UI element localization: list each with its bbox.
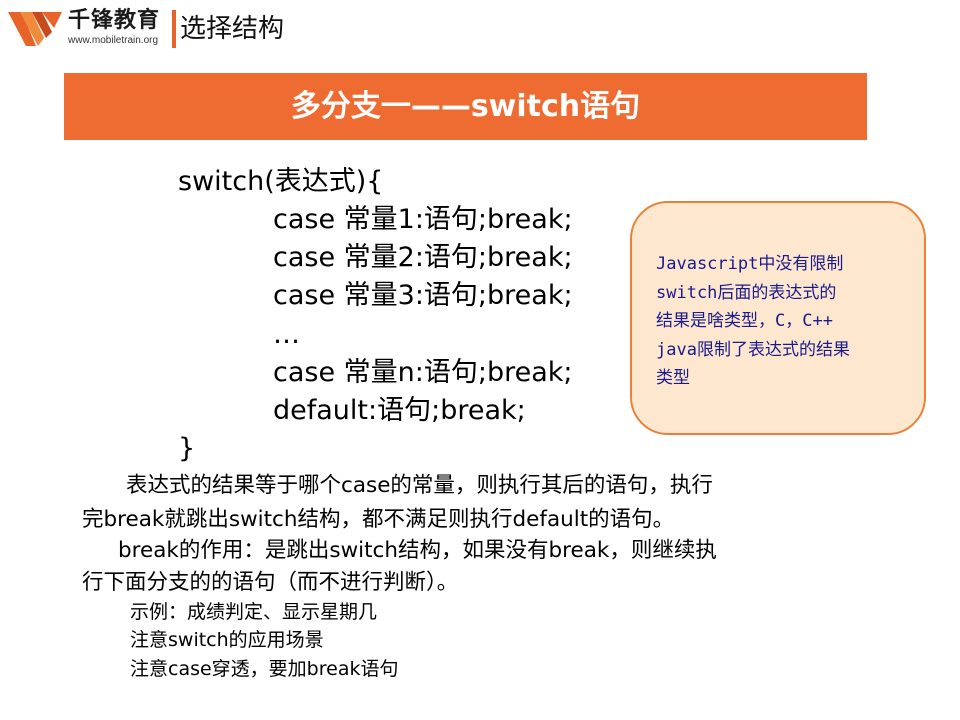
callout-line: Javascript中没有限制 [656, 254, 844, 274]
callout-text: Javascript中没有限制 switch后面的表达式的 结果是啥类型，C，C… [656, 250, 926, 393]
note-line: 注意case穿透，要加break语句 [130, 658, 399, 680]
slide-title: 多分支一——switch语句 [290, 89, 641, 124]
code-line: case 常量n:语句;break; [273, 357, 573, 388]
brand-url: www.mobiletrain.org [68, 35, 159, 46]
callout-box: Javascript中没有限制 switch后面的表达式的 结果是啥类型，C，C… [630, 201, 926, 435]
explanation-line: 完break就跳出switch结构，都不满足则执行default的语句。 [82, 507, 675, 532]
brand-logo-icon [8, 12, 62, 46]
explanation-line: 表达式的结果等于哪个case的常量，则执行其后的语句，执行 [126, 473, 713, 498]
explanation-line: 行下面分支的的语句（而不进行判断）。 [82, 570, 459, 595]
code-line: default:语句;break; [273, 395, 526, 426]
code-line: case 常量3:语句;break; [273, 280, 573, 311]
callout-line: 结果是啥类型，C，C++ [656, 311, 833, 331]
page-title: 选择结构 [180, 14, 285, 44]
code-line: case 常量2:语句;break; [273, 242, 573, 273]
explanation-line: break的作用：是跳出switch结构，如果没有break，则继续执 [118, 538, 717, 563]
code-line: } [178, 433, 196, 464]
note-line: 注意switch的应用场景 [130, 629, 324, 651]
code-line: case 常量1:语句;break; [273, 204, 573, 235]
callout-line: switch后面的表达式的 [656, 282, 837, 303]
slide-banner: 多分支一——switch语句 [64, 73, 867, 140]
callout-line: 类型 [656, 368, 690, 388]
code-line: … [273, 319, 300, 350]
code-line: switch(表达式){ [178, 166, 384, 197]
brand-name: 千锋教育 [68, 8, 161, 33]
callout-line: java限制了表达式的结果 [656, 339, 850, 360]
note-line: 示例：成绩判定、显示星期几 [130, 601, 378, 623]
header-divider [172, 10, 176, 48]
